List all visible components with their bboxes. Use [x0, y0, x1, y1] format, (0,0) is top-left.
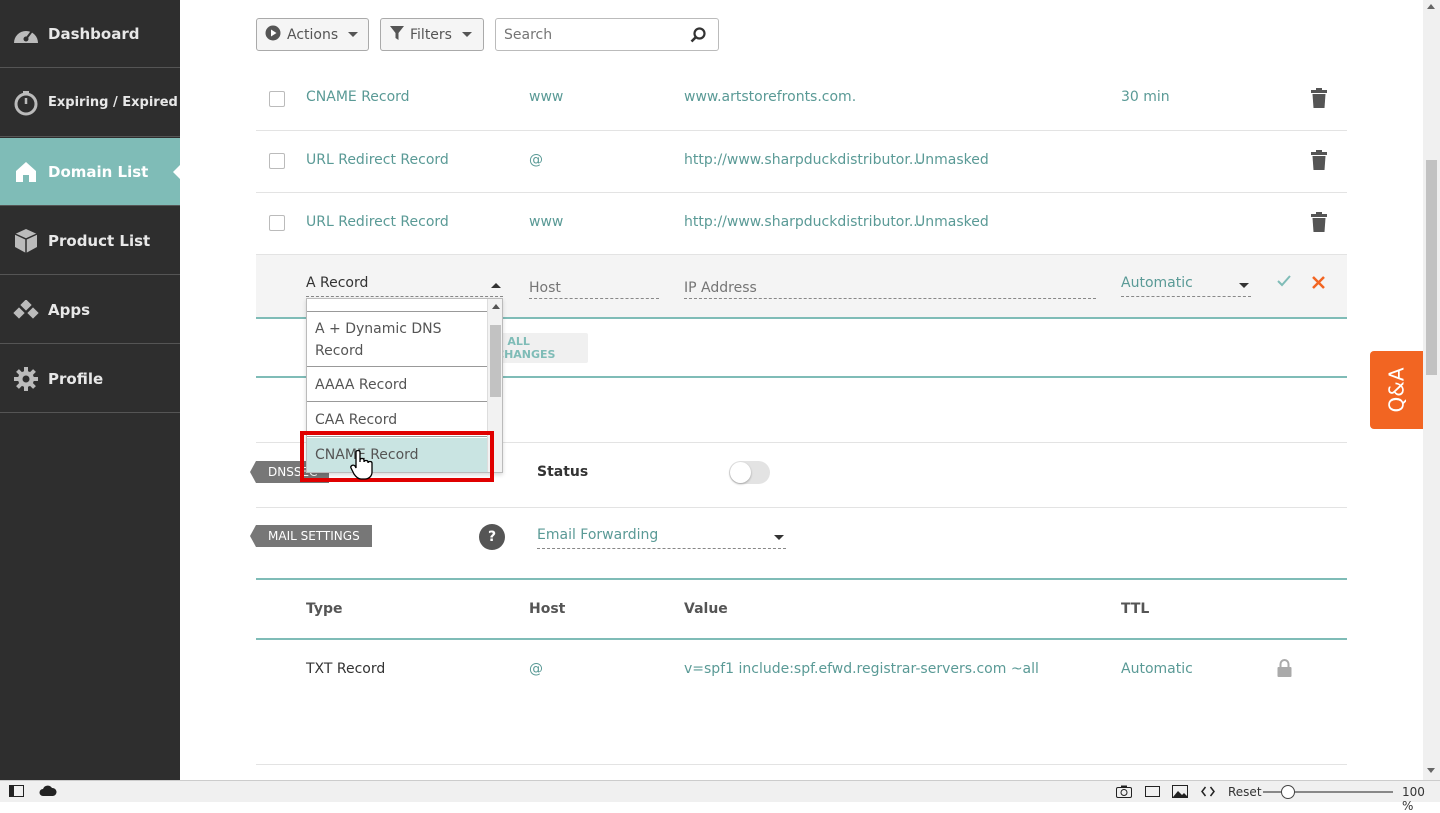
- ttl-select[interactable]: Automatic: [1121, 275, 1251, 297]
- dropdown-scroll-thumb: [490, 325, 501, 397]
- sidebar-item-label: Profile: [48, 369, 104, 388]
- filter-icon: [390, 25, 404, 44]
- chevron-down-icon: [774, 535, 784, 540]
- record-type: CNAME Record: [306, 89, 410, 105]
- chevron-up-icon: [491, 283, 501, 288]
- record-type-select[interactable]: A Record: [306, 275, 503, 297]
- scroll-up-icon: [492, 304, 500, 309]
- host-input[interactable]: [529, 277, 659, 299]
- cancel-x-icon[interactable]: [1312, 276, 1325, 293]
- hand-cursor-icon: [350, 449, 374, 484]
- chevron-down-icon: [461, 32, 472, 37]
- sidebar-item-label: Domain List: [48, 162, 149, 181]
- cloud-icon[interactable]: [39, 785, 57, 800]
- sidebar-item-expiring[interactable]: Expiring / Expired: [0, 69, 180, 137]
- highlight-box: [300, 431, 494, 482]
- search-input[interactable]: [496, 19, 676, 50]
- filters-button[interactable]: Filters: [380, 18, 484, 51]
- record-host: @: [529, 152, 543, 168]
- record-type: URL Redirect Record: [306, 214, 449, 230]
- divider: [256, 507, 1347, 508]
- sidebar-item-label: Product List: [48, 231, 151, 250]
- record-value: http://www.sharpduckdistributor...: [684, 214, 923, 230]
- code-icon[interactable]: [1201, 786, 1215, 800]
- confirm-check-icon[interactable]: [1277, 275, 1291, 291]
- search-icon[interactable]: [690, 27, 706, 47]
- camera-icon[interactable]: [1116, 785, 1132, 801]
- timer-icon: [12, 89, 40, 117]
- gauge-icon: [12, 20, 40, 48]
- window-icon[interactable]: [1145, 786, 1160, 800]
- table-row: TXT Record @ v=spf1 include:spf.efwd.reg…: [256, 641, 1347, 765]
- lock-icon: [1277, 659, 1292, 681]
- play-icon: [265, 25, 281, 45]
- record-type: URL Redirect Record: [306, 152, 449, 168]
- page-scroll-thumb[interactable]: [1426, 160, 1437, 375]
- zoom-slider-thumb[interactable]: [1281, 785, 1295, 799]
- sidebar-item-profile[interactable]: Profile: [0, 345, 180, 413]
- ip-address-input[interactable]: [684, 277, 1096, 299]
- record-host: www: [529, 89, 564, 105]
- qa-button[interactable]: Q&A: [1370, 351, 1423, 429]
- row-checkbox[interactable]: [269, 215, 285, 231]
- dropdown-option[interactable]: A + Dynamic DNS Record: [307, 313, 487, 367]
- sidebar-item-label: Dashboard: [48, 24, 140, 43]
- page-scrollbar[interactable]: [1423, 0, 1440, 780]
- sidebar-item-product-list[interactable]: Product List: [0, 207, 180, 275]
- record-row: URL Redirect Record www http://www.sharp…: [256, 193, 1347, 255]
- dnssec-toggle[interactable]: [729, 461, 770, 484]
- panel-toggle-icon[interactable]: [9, 785, 24, 800]
- search-box: [495, 18, 719, 51]
- image-icon[interactable]: [1172, 785, 1188, 801]
- sidebar-item-dashboard[interactable]: Dashboard: [0, 0, 180, 68]
- dnssec-status-label: Status: [537, 464, 589, 480]
- help-icon[interactable]: ?: [479, 524, 505, 550]
- sidebar: Dashboard Expiring / Expired Domain List…: [0, 0, 180, 780]
- sidebar-item-label: Expiring / Expired: [48, 95, 178, 110]
- record-extra: Unmasked: [915, 152, 989, 168]
- row-checkbox[interactable]: [269, 91, 285, 107]
- zoom-level: 100 %: [1402, 785, 1425, 813]
- mail-settings-tag: MAIL SETTINGS: [250, 525, 372, 547]
- chevron-down-icon: [348, 32, 359, 37]
- record-value: http://www.sharpduckdistributor...: [684, 152, 923, 168]
- record-host: www: [529, 214, 564, 230]
- chevron-down-icon: [1239, 283, 1249, 288]
- sidebar-item-apps[interactable]: Apps: [0, 276, 180, 344]
- trash-icon[interactable]: [1311, 212, 1327, 236]
- record-row: URL Redirect Record @ http://www.sharpdu…: [256, 131, 1347, 193]
- record-extra: Unmasked: [915, 214, 989, 230]
- dropdown-option[interactable]: AAAA Record: [307, 368, 487, 402]
- zoom-reset-button[interactable]: Reset: [1228, 785, 1262, 799]
- record-row: CNAME Record www www.artstorefronts.com.…: [256, 68, 1347, 131]
- apps-icon: [12, 296, 40, 324]
- record-value: www.artstorefronts.com.: [684, 89, 857, 105]
- zoom-slider[interactable]: [1263, 785, 1393, 799]
- row-checkbox[interactable]: [269, 153, 285, 169]
- trash-icon[interactable]: [1311, 150, 1327, 174]
- sidebar-item-label: Apps: [48, 300, 91, 319]
- box-icon: [12, 227, 40, 255]
- status-bar: Reset 100 %: [0, 780, 1440, 813]
- home-icon: [12, 158, 40, 186]
- record-ttl: 30 min: [1121, 89, 1170, 105]
- save-all-changes-button[interactable]: E ALL CHANGES: [496, 333, 588, 363]
- trash-icon[interactable]: [1311, 88, 1327, 112]
- sidebar-item-domain-list[interactable]: Domain List: [0, 138, 180, 206]
- mail-table-header: Type Host Value TTL: [256, 580, 1347, 640]
- mail-settings-select[interactable]: Email Forwarding: [537, 527, 786, 549]
- actions-button[interactable]: Actions: [256, 18, 369, 51]
- gear-icon: [12, 365, 40, 393]
